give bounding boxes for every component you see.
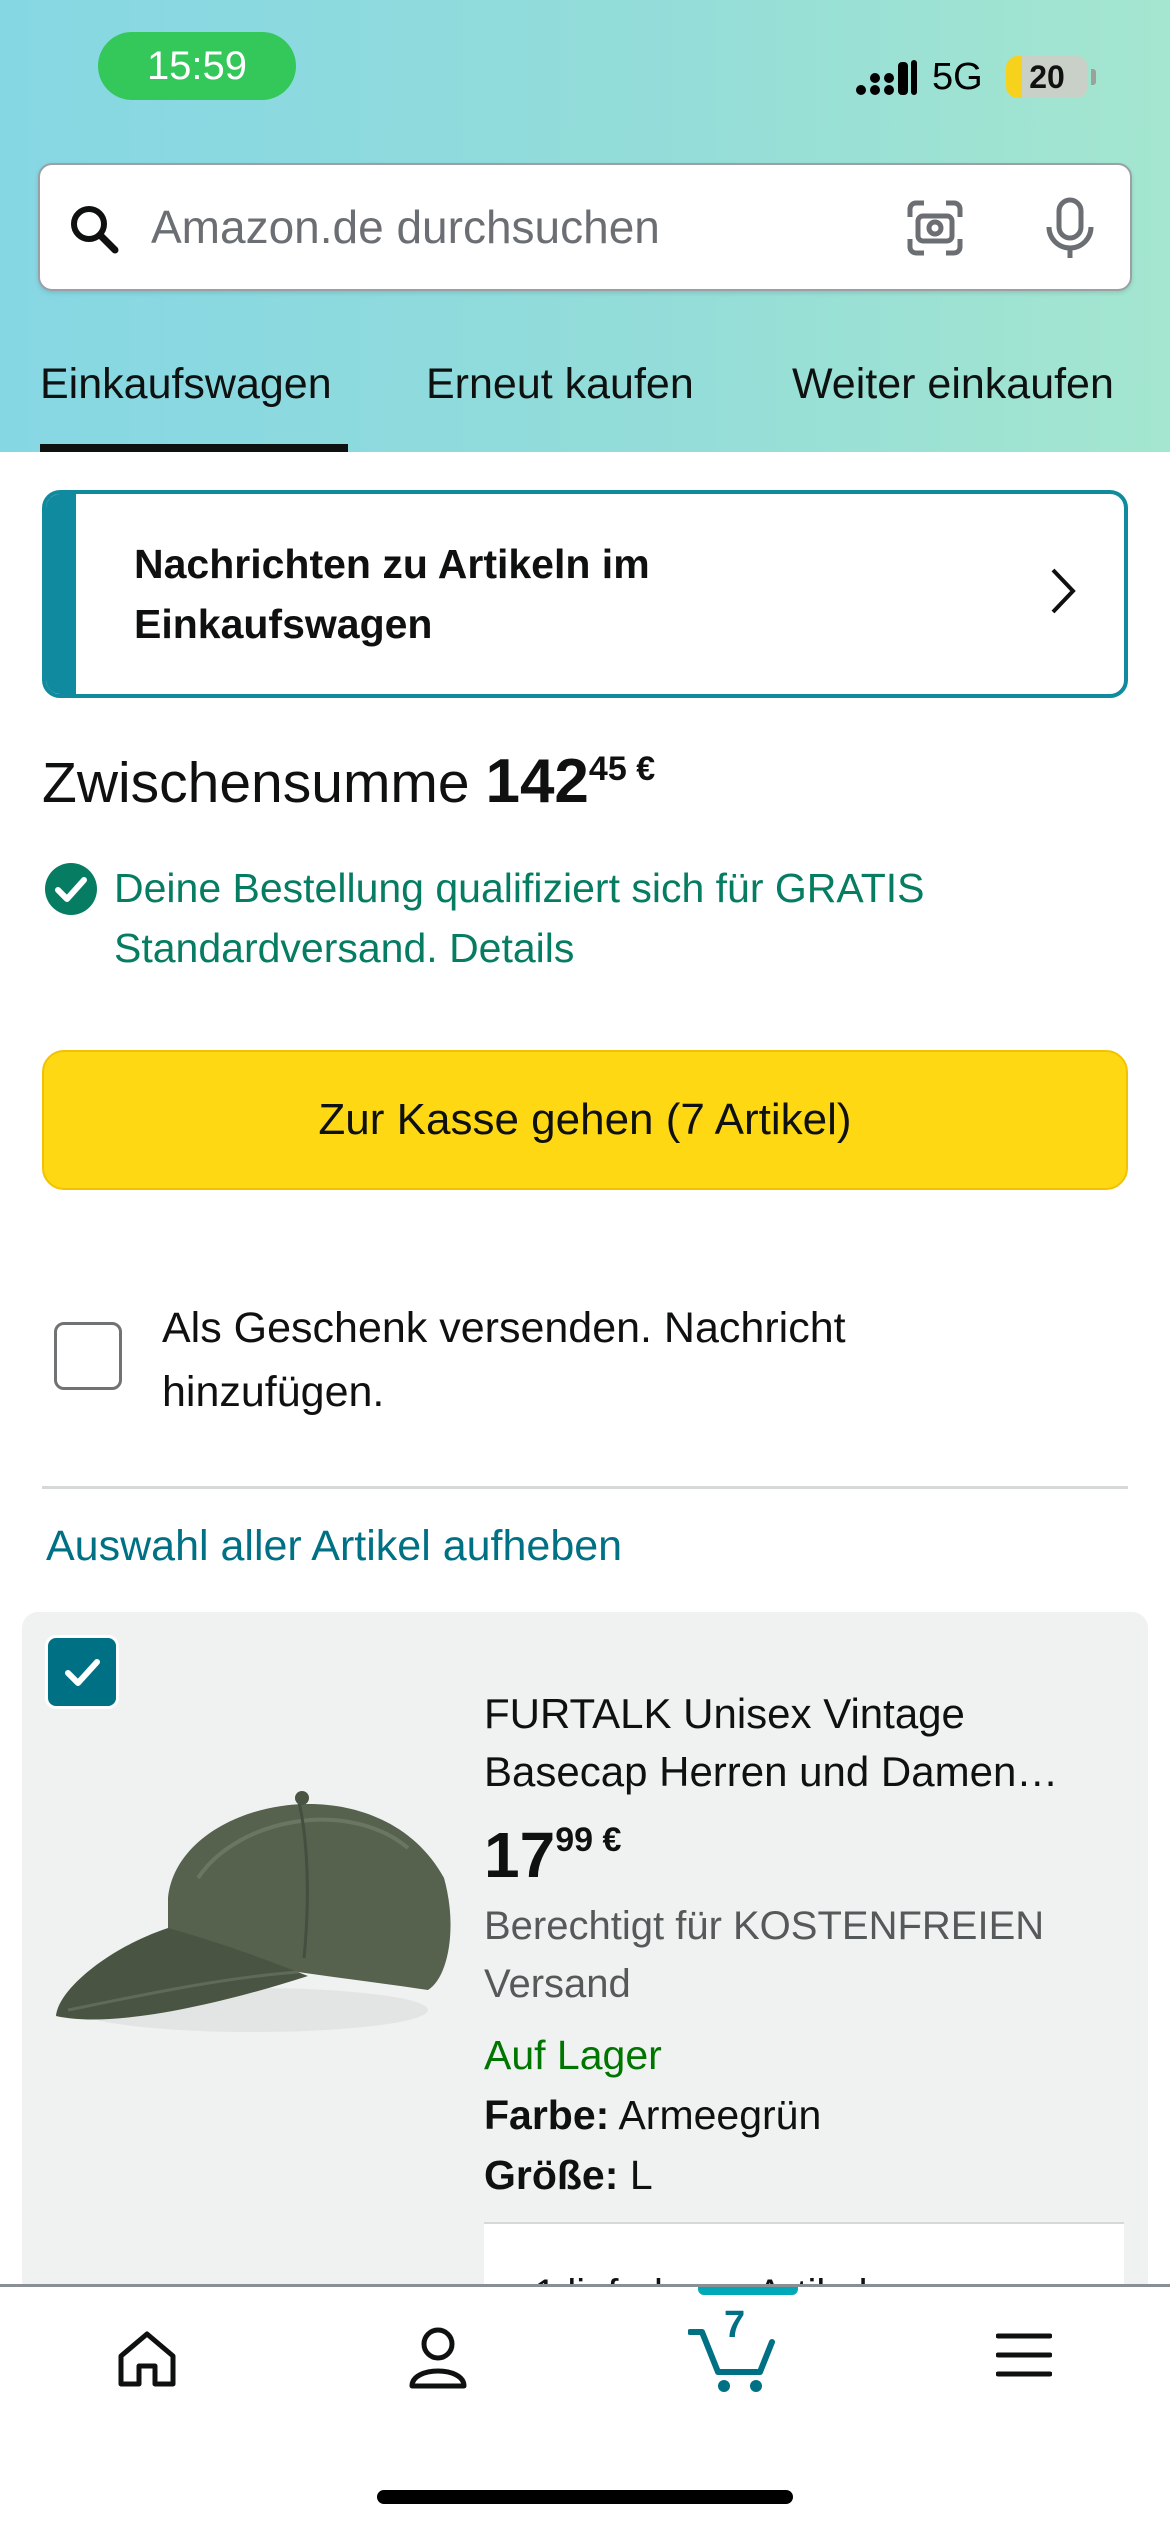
check-circle-icon bbox=[45, 863, 97, 915]
item-price-fraction: 99 bbox=[555, 1821, 594, 1859]
tab-weiter-einkaufen[interactable]: Weiter einkaufen bbox=[792, 360, 1114, 409]
tab-einkaufswagen[interactable]: Einkaufswagen bbox=[40, 360, 332, 409]
checkout-button[interactable]: Zur Kasse gehen (7 Artikel) bbox=[42, 1050, 1128, 1190]
battery-tip bbox=[1091, 69, 1096, 85]
item-price-whole: 17 bbox=[484, 1819, 556, 1891]
item-size-label: Größe: bbox=[484, 2152, 619, 2198]
messages-accent-bar bbox=[46, 494, 76, 694]
item-stock-status: Auf Lager bbox=[484, 2032, 662, 2078]
item-price-currency: € bbox=[602, 1821, 622, 1859]
battery-icon: 20 bbox=[1006, 56, 1088, 98]
messages-card-label: Nachrichten zu Artikeln im Einkaufswagen bbox=[134, 541, 650, 647]
search-bar[interactable]: Amazon.de durchsuchen bbox=[38, 163, 1132, 291]
subtotal-fraction: 45 bbox=[588, 750, 627, 788]
item-size-value: L bbox=[629, 2152, 653, 2198]
search-input[interactable]: Amazon.de durchsuchen bbox=[151, 165, 660, 289]
subtotal-whole: 142 bbox=[485, 747, 589, 816]
network-type: 5G bbox=[932, 56, 983, 98]
cart-count-badge: 7 bbox=[724, 2304, 746, 2346]
item-color: Farbe: Armeegrün bbox=[484, 2092, 821, 2139]
cart-tabs: Einkaufswagen Erneut kaufen Weiter einka… bbox=[0, 340, 1170, 452]
active-tab-indicator bbox=[40, 444, 348, 452]
free-shipping-text: Deine Bestellung qualifiziert sich für G… bbox=[114, 858, 1104, 978]
subtotal-currency: € bbox=[636, 750, 656, 788]
item-size: Größe: L bbox=[484, 2152, 653, 2199]
cart-messages-card[interactable]: Nachrichten zu Artikeln im Einkaufswagen bbox=[42, 490, 1128, 698]
header: 15:59 5G 20 Amazon.de durchsuchen Einkau… bbox=[0, 0, 1170, 452]
divider bbox=[42, 1486, 1128, 1489]
subtotal: Zwischensumme 14245 € bbox=[42, 746, 655, 817]
baseball-cap-image[interactable] bbox=[48, 1728, 458, 2068]
subtotal-label: Zwischensumme bbox=[42, 751, 470, 815]
chevron-right-icon bbox=[1051, 568, 1076, 614]
status-bar: 15:59 5G 20 bbox=[0, 0, 1170, 140]
menu-icon[interactable] bbox=[996, 2332, 1052, 2378]
item-price: 1799 € bbox=[484, 1818, 621, 1892]
tab-erneut-kaufen[interactable]: Erneut kaufen bbox=[426, 360, 694, 409]
free-shipping-details-link[interactable]: Details bbox=[449, 925, 574, 971]
gift-label[interactable]: Als Geschenk versenden. Nachricht hinzuf… bbox=[162, 1296, 1062, 1424]
home-icon[interactable] bbox=[116, 2330, 178, 2388]
deselect-all-link[interactable]: Auswahl aller Artikel aufheben bbox=[46, 1522, 622, 1571]
battery-level: 20 bbox=[1029, 59, 1065, 95]
microphone-icon[interactable] bbox=[1042, 197, 1098, 261]
camera-scan-icon[interactable] bbox=[906, 199, 964, 257]
item-title[interactable]: FURTALK Unisex Vintage Basecap Herren un… bbox=[484, 1685, 1104, 1801]
item-checkbox[interactable] bbox=[48, 1638, 116, 1706]
signal-icon bbox=[856, 60, 917, 95]
home-indicator[interactable] bbox=[377, 2490, 793, 2504]
active-nav-indicator bbox=[698, 2287, 798, 2295]
item-color-label: Farbe: bbox=[484, 2092, 610, 2138]
checkmark-icon bbox=[65, 1659, 100, 1686]
search-icon[interactable] bbox=[68, 203, 120, 255]
item-color-value: Armeegrün bbox=[618, 2092, 822, 2138]
gift-checkbox[interactable] bbox=[54, 1322, 122, 1390]
account-icon[interactable] bbox=[408, 2326, 468, 2390]
item-shipping: Berechtigt für KOSTENFREIEN Versand bbox=[484, 1904, 1045, 2006]
status-time: 15:59 bbox=[98, 32, 296, 100]
